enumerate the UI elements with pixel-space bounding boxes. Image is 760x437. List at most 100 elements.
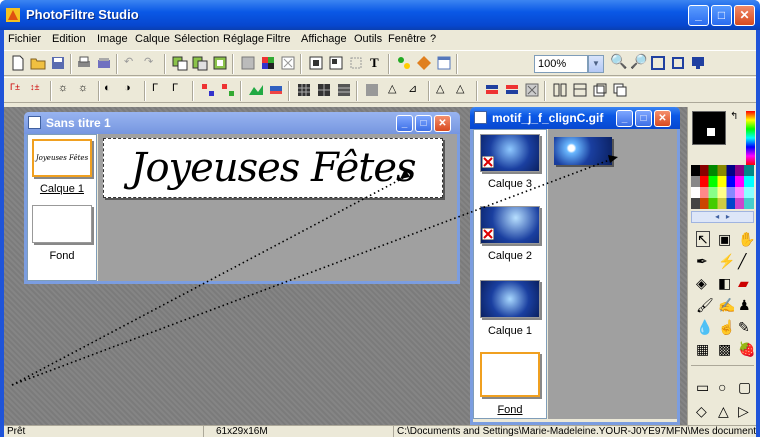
title-bar[interactable]: PhotoFiltre Studio _ □ ✕ xyxy=(0,0,760,30)
auto-level-icon[interactable]: Γ± xyxy=(10,82,26,98)
eraser-icon[interactable]: ▰ xyxy=(738,275,749,292)
saturation-plus-icon[interactable] xyxy=(220,82,236,98)
maximize-button[interactable]: □ xyxy=(711,5,732,26)
paste-icon[interactable] xyxy=(192,55,208,71)
minimize-button[interactable]: _ xyxy=(688,5,709,26)
brightness-minus-icon[interactable]: ☼ xyxy=(58,82,74,98)
toolbar-separator xyxy=(300,54,302,74)
color-grid[interactable] xyxy=(691,165,754,209)
window-icon[interactable] xyxy=(436,55,452,71)
triangle-2-icon[interactable]: △ xyxy=(456,82,472,98)
brightness-plus-icon[interactable]: ☼ xyxy=(78,82,94,98)
fill-icon[interactable]: ◈ xyxy=(696,275,707,292)
scanner-icon[interactable] xyxy=(96,55,112,71)
book-icon[interactable] xyxy=(552,82,568,98)
canvas-size-icon[interactable] xyxy=(328,55,344,71)
diamond-shape-icon[interactable]: ◇ xyxy=(696,403,707,420)
triangle-1-icon[interactable]: △ xyxy=(436,82,452,98)
close-button[interactable]: ✕ xyxy=(734,5,755,26)
sky-icon[interactable] xyxy=(268,82,284,98)
menu-selection[interactable]: Sélection xyxy=(174,33,219,45)
actual-size-icon[interactable] xyxy=(650,55,666,71)
fit-window-icon[interactable] xyxy=(670,55,686,71)
grey-square-icon[interactable] xyxy=(240,55,256,71)
brush-icon[interactable]: 🖌 xyxy=(696,297,714,314)
saturation-minus-icon[interactable] xyxy=(200,82,216,98)
transparency-icon[interactable] xyxy=(280,55,296,71)
grid-3-icon[interactable] xyxy=(336,82,352,98)
marquee-icon[interactable]: ▣ xyxy=(718,231,731,248)
advanced-brush-icon[interactable]: ✍ xyxy=(718,297,735,314)
rounded-rect-shape-icon[interactable]: ▢ xyxy=(738,379,751,396)
blur-icon[interactable]: 💧 xyxy=(696,319,713,336)
color-spectrum[interactable] xyxy=(746,111,755,165)
contrast-minus-icon[interactable]: ◐ xyxy=(104,82,120,98)
drop-1-icon[interactable]: △ xyxy=(388,82,404,98)
frame-icon[interactable] xyxy=(592,82,608,98)
stamp-icon[interactable]: ♟ xyxy=(738,297,751,314)
zoom-dropdown-icon[interactable]: ▼ xyxy=(588,55,604,73)
zoom-input[interactable]: 100% xyxy=(534,55,588,73)
contrast-plus-icon[interactable]: ◑ xyxy=(124,82,140,98)
background-color[interactable] xyxy=(706,127,716,137)
paste-new-icon[interactable] xyxy=(212,55,228,71)
line-icon[interactable]: ╱ xyxy=(738,253,746,270)
spray-icon[interactable]: ◧ xyxy=(718,275,731,292)
menu-fichier[interactable]: Fichier xyxy=(8,33,41,45)
redo-icon[interactable]: ↷ xyxy=(144,55,160,71)
palette-scroll[interactable]: ◂ ▸ xyxy=(691,211,754,223)
text-icon[interactable]: T xyxy=(370,55,386,71)
fullscreen-icon[interactable] xyxy=(690,55,706,71)
menu-fenetre[interactable]: Fenêtre xyxy=(388,33,426,45)
zoom-in-icon[interactable]: 🔍 xyxy=(610,53,627,69)
select-arrow-icon[interactable]: ↖ xyxy=(696,231,710,247)
texture-icon[interactable] xyxy=(524,82,540,98)
sharpen-icon[interactable] xyxy=(364,82,380,98)
menu-calque[interactable]: Calque xyxy=(135,33,170,45)
ellipse-shape-icon[interactable]: ○ xyxy=(718,379,726,395)
strawberry-icon[interactable]: 🍓 xyxy=(738,341,755,358)
drop-2-icon[interactable]: ⊿ xyxy=(408,82,424,98)
menu-affichage[interactable]: Affichage xyxy=(301,33,347,45)
eyedropper-icon[interactable]: ✒ xyxy=(696,253,708,270)
open-folder-icon[interactable] xyxy=(30,55,46,71)
triangle-shape-icon[interactable]: △ xyxy=(718,403,729,420)
save-icon[interactable] xyxy=(50,55,66,71)
color-square-icon[interactable] xyxy=(260,55,276,71)
menu-image[interactable]: Image xyxy=(97,33,128,45)
crop-icon[interactable] xyxy=(348,55,364,71)
menu-filtre[interactable]: Filtre xyxy=(266,33,290,45)
hand-icon[interactable]: ✋ xyxy=(738,231,755,248)
swap-colors-icon[interactable]: ↰ xyxy=(730,111,738,122)
layout-icon[interactable] xyxy=(572,82,588,98)
grid-1-icon[interactable] xyxy=(296,82,312,98)
grid-2-icon[interactable] xyxy=(316,82,332,98)
duplicate-icon[interactable] xyxy=(612,82,628,98)
print-icon[interactable] xyxy=(76,55,92,71)
undo-icon[interactable]: ↶ xyxy=(124,55,140,71)
clone-icon[interactable]: ✎ xyxy=(738,319,750,336)
flag-2-icon[interactable] xyxy=(504,82,520,98)
copy-icon[interactable] xyxy=(172,55,188,71)
flag-1-icon[interactable] xyxy=(484,82,500,98)
magic-wand-icon[interactable]: ⚡ xyxy=(718,253,735,270)
menu-help[interactable]: ? xyxy=(430,33,436,45)
smudge-icon[interactable]: ☝ xyxy=(718,319,735,336)
explorer-icon[interactable] xyxy=(396,55,412,71)
landscape-icon[interactable] xyxy=(248,82,264,98)
batch-icon[interactable] xyxy=(416,55,432,71)
client-area: Fichier Edition Image Calque Sélection R… xyxy=(4,30,756,437)
menu-edition[interactable]: Edition xyxy=(52,33,86,45)
rectangle-shape-icon[interactable]: ▭ xyxy=(696,379,709,396)
gamma-plus-icon[interactable]: Γ xyxy=(172,82,188,98)
menu-outils[interactable]: Outils xyxy=(354,33,382,45)
gamma-minus-icon[interactable]: Γ xyxy=(152,82,168,98)
image-tube-icon[interactable]: ▩ xyxy=(718,341,731,358)
auto-contrast-icon[interactable]: ↕± xyxy=(30,82,46,98)
pattern-icon[interactable]: ▦ xyxy=(696,341,709,358)
image-size-icon[interactable] xyxy=(308,55,324,71)
menu-reglage[interactable]: Réglage xyxy=(223,33,264,45)
new-file-icon[interactable] xyxy=(10,55,26,71)
zoom-out-icon[interactable]: 🔎 xyxy=(630,53,647,69)
arrow-shape-icon[interactable]: ▷ xyxy=(738,403,749,420)
